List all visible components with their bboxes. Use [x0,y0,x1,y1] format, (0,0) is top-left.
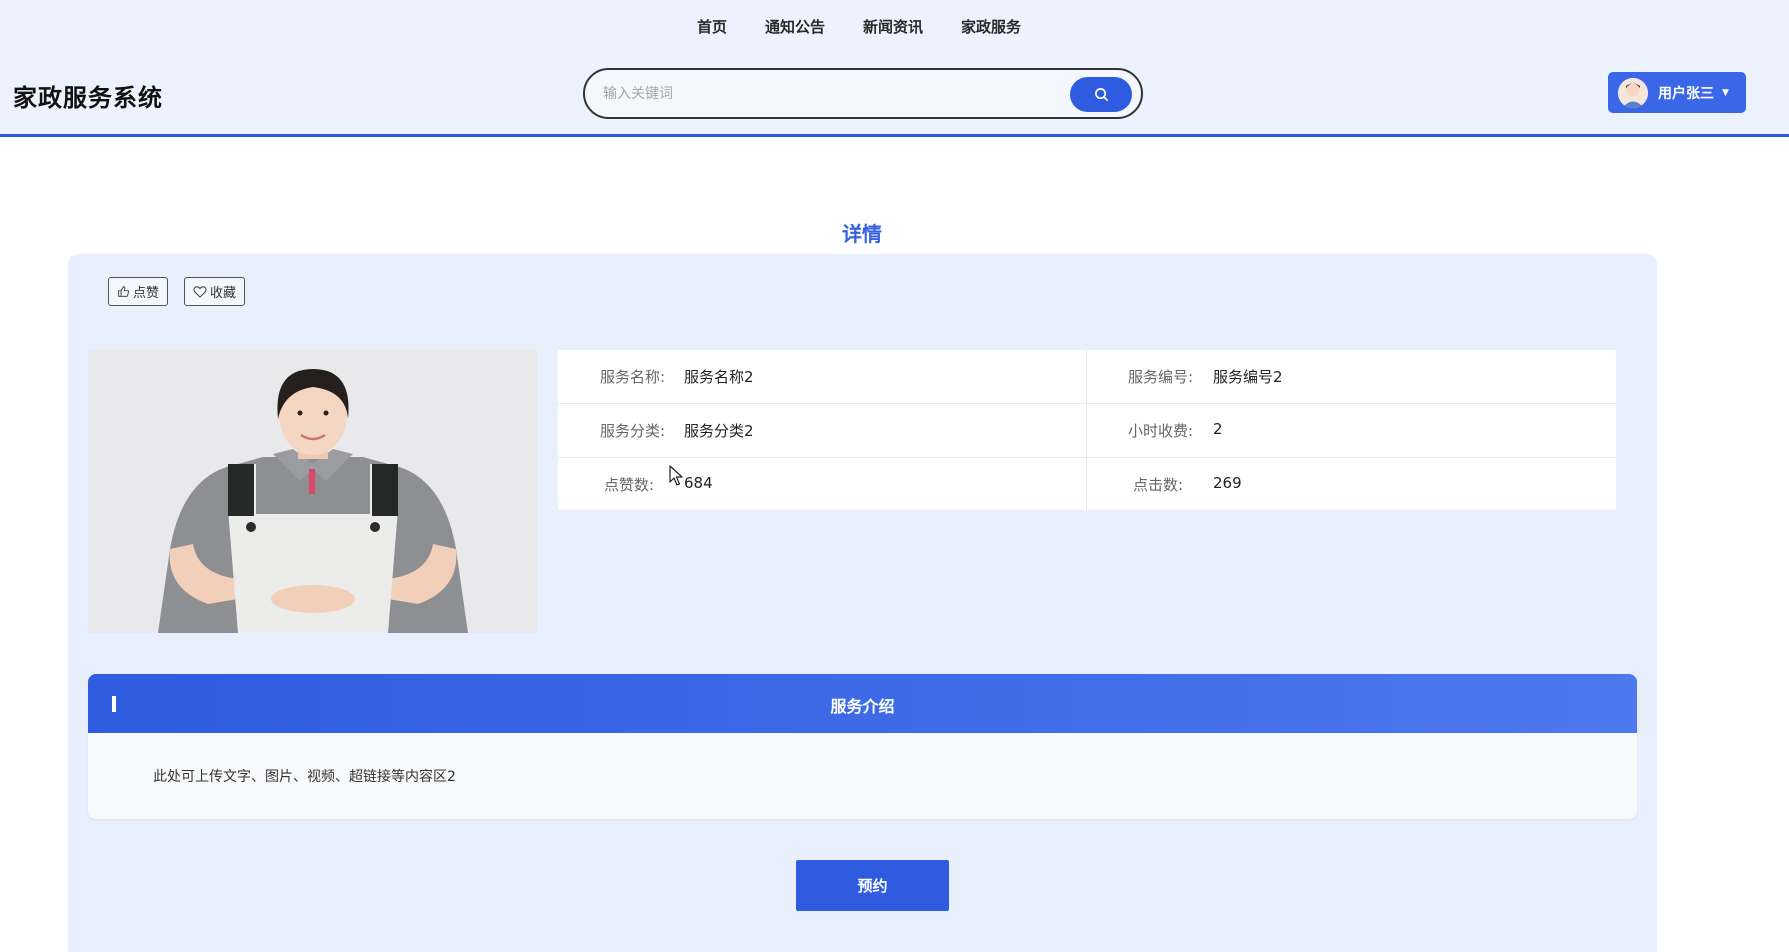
hourly-fee-value: 2 [1213,420,1223,438]
user-menu-button[interactable]: 用户张三 ▼ [1608,72,1746,113]
nav-item-services[interactable]: 家政服务 [961,16,1021,37]
user-name: 用户张三 [1658,85,1714,102]
favorite-label: 收藏 [210,286,237,301]
clicks-value: 269 [1213,474,1242,492]
mouse-cursor-icon [669,465,683,486]
nav-item-home[interactable]: 首页 [697,16,727,37]
heart-icon [193,286,207,298]
intro-body: 此处可上传文字、图片、视频、超链接等内容区2 [153,769,456,785]
favorite-button[interactable]: 收藏 [184,277,246,306]
nav-item-notices[interactable]: 通知公告 [765,16,825,37]
site-title: 家政服务系统 [13,84,163,112]
clicks-label: 点击数: [1133,476,1184,494]
service-name-label: 服务名称: [600,368,666,386]
intro-title: 服务介绍 [830,697,895,716]
service-code-value: 服务编号2 [1213,368,1283,386]
service-photo [88,349,537,633]
like-button[interactable]: 点赞 [108,277,169,306]
table-row: 点赞数: 684 点击数: 269 [558,458,1616,512]
search-box [583,68,1143,119]
likes-label: 点赞数: [604,476,655,494]
search-input[interactable] [603,82,1043,106]
search-icon [1094,88,1108,101]
service-info-table: 服务名称: 服务名称2 服务编号: 服务编号2 服务分类: 服务分类2 小时收费… [558,350,1616,510]
table-row: 服务分类: 服务分类2 小时收费: 2 [558,404,1616,458]
category-label: 服务分类: [600,422,666,440]
service-intro-card: 服务介绍 此处可上传文字、图片、视频、超链接等内容区2 [88,674,1637,819]
likes-value: 684 [684,474,713,492]
page-title: 详情 [842,222,882,246]
column-divider [1086,350,1087,510]
site-header: 首页 通知公告 新闻资讯 家政服务 家政服务系统 用户张三 ▼ [0,0,1789,137]
hourly-fee-label: 小时收费: [1128,422,1194,440]
intro-header: 服务介绍 [88,674,1637,733]
avatar [1618,77,1648,108]
book-button[interactable]: 预约 [796,860,949,911]
table-row: 服务名称: 服务名称2 服务编号: 服务编号2 [558,350,1616,404]
service-name-value: 服务名称2 [684,368,754,386]
like-label: 点赞 [133,286,160,301]
thumbs-up-icon [118,286,130,297]
top-nav: 首页 通知公告 新闻资讯 家政服务 [697,16,1021,37]
service-code-label: 服务编号: [1128,368,1194,386]
chevron-down-icon: ▼ [1722,87,1729,98]
category-value: 服务分类2 [684,422,754,440]
nav-item-news[interactable]: 新闻资讯 [863,16,923,37]
search-button[interactable] [1070,77,1132,112]
